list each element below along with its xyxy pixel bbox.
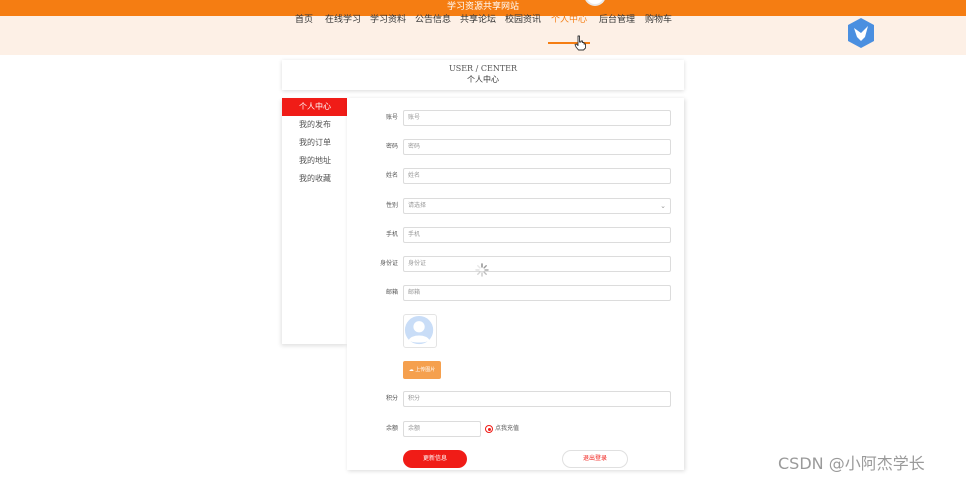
account-label: 账号 [385,114,398,121]
page-title: 个人中心 [467,75,499,84]
logo-badge-icon[interactable] [846,17,876,49]
watermark: CSDN @小阿杰学长 [778,454,925,473]
update-info-button[interactable]: 更新信息 [403,450,467,468]
hand-cursor-icon [574,35,586,51]
logout-button[interactable]: 退出登录 [562,450,628,468]
upload-icon: ☁ [408,367,414,373]
password-label: 密码 [385,143,398,150]
nav-item-announcements[interactable]: 公告信息 [415,14,451,26]
sidebar-item-personal-center[interactable]: 个人中心 [282,98,348,116]
site-title: 学习资源共享网站 [446,2,519,12]
id-card-label: 身份证 [379,260,398,267]
nav-item-online-learning[interactable]: 在线学习 [325,14,361,26]
nav-item-cart[interactable]: 购物车 [645,14,672,26]
password-input[interactable]: 密码 [403,139,671,155]
nav-item-personal-center[interactable]: 个人中心 [551,14,587,26]
points-label: 积分 [385,395,398,402]
nav-item-materials[interactable]: 学习资料 [370,14,406,26]
recharge-radio[interactable] [485,425,493,433]
loading-spinner-icon [475,263,489,277]
id-card-input[interactable]: 身份证 [403,256,671,272]
sidebar-item-my-posts[interactable]: 我的发布 [282,116,348,134]
nav-item-home[interactable]: 首页 [295,14,313,26]
upload-image-button[interactable]: ☁ 上传图片 [403,361,441,379]
user-avatar-icon [404,315,434,345]
avatar[interactable] [403,314,437,348]
chevron-down-icon: ⌄ [660,202,666,210]
gender-label: 性别 [385,202,398,209]
points-input[interactable]: 积分 [403,391,671,407]
name-input[interactable]: 姓名 [403,168,671,184]
sidebar-item-my-orders[interactable]: 我的订单 [282,134,348,152]
name-label: 姓名 [385,172,398,179]
balance-label: 余额 [385,425,398,432]
sidebar-item-my-address[interactable]: 我的地址 [282,152,348,170]
page-title-en: USER / CENTER [448,64,518,73]
sidebar-item-my-favorites[interactable]: 我的收藏 [282,170,348,188]
gender-select-value: 请选择 [408,202,427,209]
nav-item-admin[interactable]: 后台管理 [599,14,635,26]
balance-input[interactable]: 余额 [403,421,481,437]
sidebar: 个人中心 我的发布 我的订单 我的地址 我的收藏 [282,98,348,344]
nav-item-campus-news[interactable]: 校园资讯 [505,14,541,26]
email-input[interactable]: 邮箱 [403,285,671,301]
phone-input[interactable]: 手机 [403,227,671,243]
phone-label: 手机 [385,231,398,238]
gender-select[interactable]: 请选择 ⌄ [403,198,671,214]
page-header-card: USER / CENTER 个人中心 [282,60,684,90]
nav-item-forum[interactable]: 共享论坛 [460,14,496,26]
recharge-link[interactable]: 点我充值 [495,424,519,434]
account-input[interactable]: 账号 [403,110,671,126]
upload-image-label: 上传图片 [415,367,436,373]
email-label: 邮箱 [385,289,398,296]
